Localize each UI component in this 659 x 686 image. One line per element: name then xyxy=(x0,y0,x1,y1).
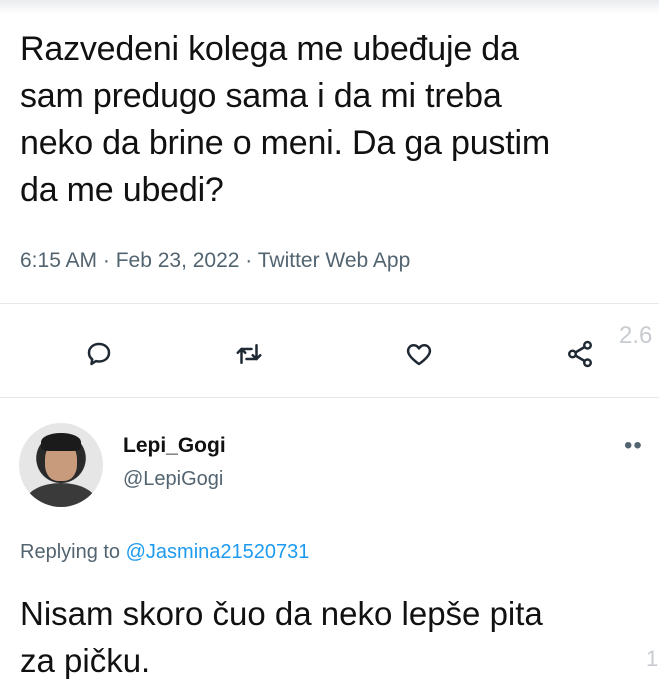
display-name[interactable]: Lepi_Gogi xyxy=(123,434,226,458)
share-count: 2.6 xyxy=(619,322,653,349)
comment-icon xyxy=(87,342,111,366)
reply-text: Nisam skoro čuo da neko lepše pita za pi… xyxy=(20,595,543,679)
avatar-shirt xyxy=(25,483,97,507)
share-icon xyxy=(568,340,592,368)
share-button[interactable] xyxy=(562,336,598,372)
more-options-icon[interactable]: •• xyxy=(624,432,643,460)
avatar-hair xyxy=(41,433,81,451)
replying-to-line: Replying to @Jasmina21520731 xyxy=(20,541,309,564)
reply-button[interactable] xyxy=(81,336,117,372)
like-button[interactable] xyxy=(401,336,437,372)
replying-to-mention[interactable]: @Jasmina21520731 xyxy=(126,541,310,563)
tweet-timestamp[interactable]: 6:15 AM · Feb 23, 2022 · Twitter Web App xyxy=(20,249,410,273)
avatar[interactable] xyxy=(19,423,103,507)
corner-count: 1 xyxy=(646,646,659,671)
retweet-button[interactable] xyxy=(231,336,267,372)
tweet-actions-bar xyxy=(0,330,659,380)
divider xyxy=(0,397,659,398)
replying-to-label: Replying to xyxy=(20,541,121,563)
user-handle[interactable]: @LepiGogi xyxy=(123,468,223,491)
divider xyxy=(0,303,659,304)
top-edge-shadow xyxy=(0,0,659,14)
tweet-text: Razvedeni kolega me ubeđuje da sam predu… xyxy=(20,30,550,209)
retweet-icon xyxy=(236,344,262,364)
heart-icon xyxy=(406,344,432,366)
